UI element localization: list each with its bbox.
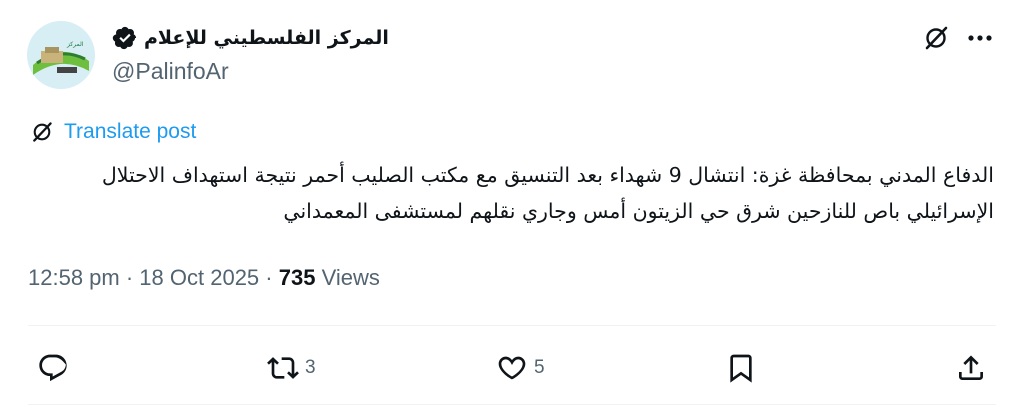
post-time[interactable]: 12:58 pm <box>28 265 120 291</box>
like-count: 5 <box>534 357 545 378</box>
meta-separator-2: · <box>259 265 279 290</box>
divider-top <box>28 325 996 326</box>
post-meta: 12:58 pm · 18 Oct 2025 · 735 Views <box>28 265 380 291</box>
post-text-line-1: الدفاع المدني بمحافظة غزة: انتشال 9 شهدا… <box>101 163 994 187</box>
grok-translate-icon <box>33 122 52 142</box>
author-handle[interactable]: @PalinfoAr <box>112 58 229 85</box>
top-actions <box>922 24 994 52</box>
author-name-row[interactable]: المركز الفلسطيني للإعلام <box>112 24 389 52</box>
translate-post-label[interactable]: Translate post <box>64 120 196 144</box>
reply-icon <box>39 354 67 382</box>
svg-text:المركز: المركز <box>66 41 84 48</box>
heart-icon <box>498 356 526 380</box>
post-text-line-2: الإسرائيلي باص للنازحين شرق حي الزيتون أ… <box>283 199 994 223</box>
meta-separator-1: · <box>119 265 140 290</box>
author-display-name[interactable]: المركز الفلسطيني للإعلام <box>144 27 389 49</box>
verified-badge-icon <box>112 26 137 50</box>
post-text: الدفاع المدني بمحافظة غزة: انتشال 9 شهدا… <box>30 157 994 229</box>
palinfo-logo-icon: المركز <box>27 21 95 89</box>
repost-button[interactable]: 3 <box>267 348 316 388</box>
more-button[interactable] <box>966 24 994 52</box>
reply-button[interactable] <box>37 348 75 388</box>
action-bar: 3 5 <box>0 348 1024 388</box>
avatar[interactable]: المركز <box>27 21 95 89</box>
more-icon <box>968 35 992 41</box>
views-label: Views <box>321 265 380 290</box>
repost-count: 3 <box>305 357 316 378</box>
post-date[interactable]: 18 Oct 2025 <box>139 265 259 291</box>
share-button[interactable] <box>955 348 987 388</box>
translate-post-link[interactable]: Translate post <box>30 120 196 144</box>
views-count: 735 <box>278 265 316 290</box>
share-icon <box>959 355 983 380</box>
like-button[interactable]: 5 <box>496 348 545 388</box>
bookmark-button[interactable] <box>725 348 757 388</box>
repost-icon <box>267 357 299 379</box>
grok-icon <box>925 26 948 50</box>
bookmark-icon <box>730 354 752 383</box>
grok-button[interactable] <box>922 24 950 52</box>
divider-bottom <box>28 404 996 405</box>
